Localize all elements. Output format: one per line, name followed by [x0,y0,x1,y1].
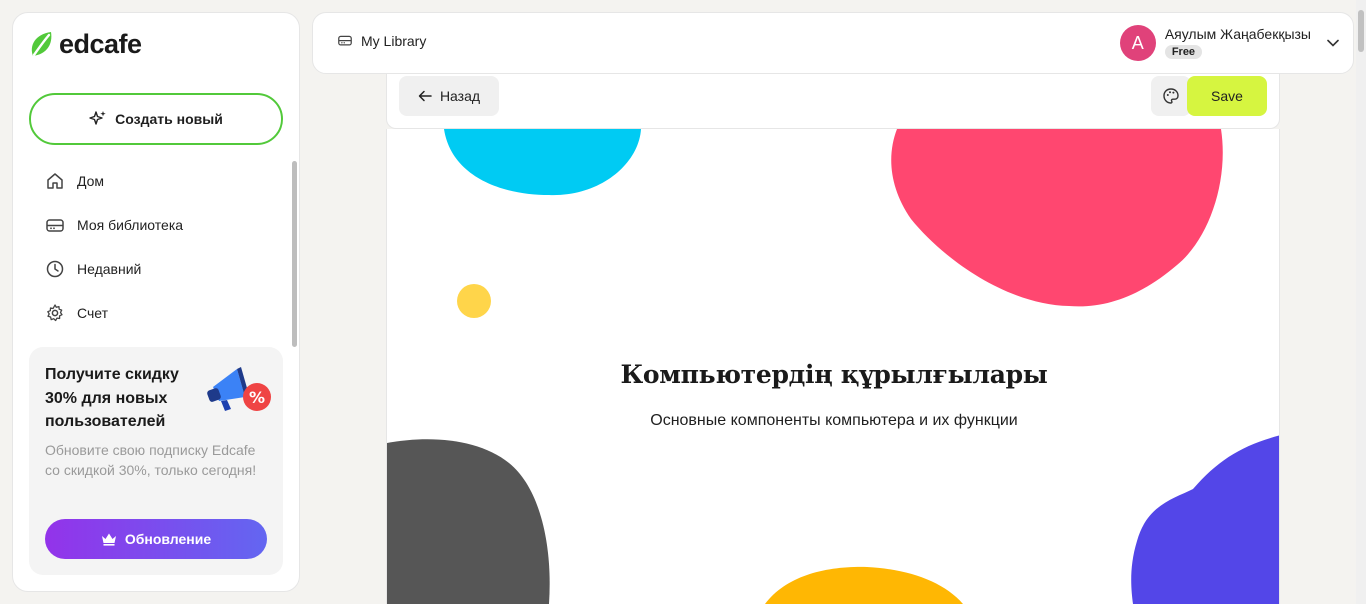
sidebar-item-home[interactable]: Дом [33,159,283,203]
editor-toolbar: Назад Save [386,74,1280,129]
sidebar-item-label: Недавний [77,261,142,277]
leaf-logo-icon [31,31,52,56]
crown-icon [101,533,116,546]
arrow-left-icon [418,90,432,102]
svg-text:%: % [249,388,265,407]
gear-icon [47,304,63,322]
library-icon [46,219,64,232]
back-button[interactable]: Назад [399,76,499,116]
user-info: Аяулым Жаңабекқызы Free [1164,26,1311,60]
sidebar: edcafe Создать новый Дом Моя библиотека … [12,12,300,592]
slide-subtitle: Основные компоненты компьютера и их функ… [650,412,1018,429]
user-menu[interactable]: A Аяулым Жаңабекқызы Free [1119,25,1339,61]
save-button[interactable]: Save [1187,76,1267,116]
upgrade-button[interactable]: Обновление [45,519,267,559]
user-name: Аяулым Жаңабекқызы [1164,26,1311,42]
slide-title: Компьютердің құрылғылары [620,360,1048,389]
promo-title: Получите скидку 30% для новых пользовате… [45,366,179,430]
sidebar-item-recent[interactable]: Недавний [33,247,283,291]
palette-icon [1163,88,1179,104]
sidebar-nav: Дом Моя библиотека Недавний Счет [33,159,283,335]
cyan-blob [444,129,641,196]
plan-badge: Free [1164,45,1203,59]
edcafe-logo[interactable]: edcafe [29,29,142,60]
sidebar-item-label: Дом [77,173,105,189]
page-scrollbar-thumb[interactable] [1358,10,1364,52]
library-label: My Library [361,33,427,49]
back-label: Назад [439,88,481,104]
top-bar: My Library A Аяулым Жаңабекқызы Free [312,12,1354,74]
sidebar-item-account[interactable]: Счет [33,291,283,335]
logo-text: edcafe [59,29,142,59]
avatar: A [1119,25,1156,61]
sparkle-icon [89,111,106,125]
page-scrollbar[interactable] [1356,0,1366,604]
create-new-button[interactable]: Создать новый [29,93,283,145]
sidebar-scrollbar[interactable] [292,161,297,347]
slide-canvas[interactable]: Компьютердің құрылғылары Основные компон… [386,129,1280,604]
purple-blob [1131,435,1279,604]
sidebar-item-label: Счет [77,305,108,321]
clock-icon [46,260,64,278]
upgrade-label: Обновление [124,531,212,547]
chevron-down-icon[interactable] [1327,39,1339,47]
pink-blob [891,129,1223,307]
library-icon [338,35,352,46]
sidebar-item-library[interactable]: Моя библиотека [33,203,283,247]
gray-blob [387,439,550,604]
my-library-breadcrumb[interactable]: My Library [337,33,426,49]
promo-card: Получите скидку 30% для новых пользовате… [29,347,283,575]
promo-text: Обновите свою подписку Edcafe со скидкой… [45,441,257,478]
create-new-label: Создать новый [115,111,223,127]
orange-blob [765,566,963,604]
megaphone-icon: % [207,367,271,411]
theme-button[interactable] [1151,76,1191,116]
sidebar-item-label: Моя библиотека [77,217,184,233]
home-icon [47,173,63,189]
yellow-dot [457,284,491,318]
